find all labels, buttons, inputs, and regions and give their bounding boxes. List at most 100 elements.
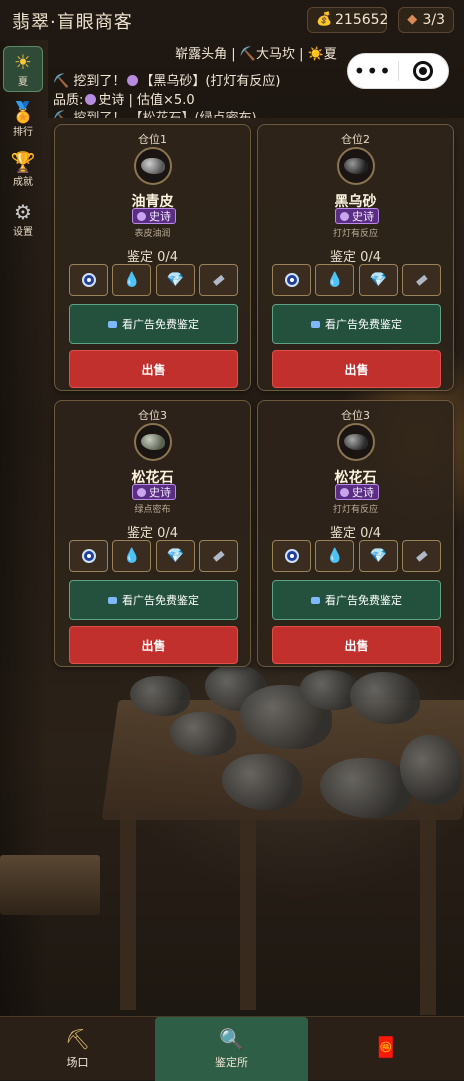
flashlight-icon: ▬ [411,269,432,291]
slot-label: 仓位2 [341,133,370,146]
diamond-icon: 💎 [166,272,184,288]
eye-icon [284,549,299,563]
sidebar-item-ranking[interactable]: 🏅 排行 [3,96,43,142]
diamond-icon: 💎 [369,272,387,288]
log-line-3: ⛏️ 挖到了！ 【松花石】(绿点密布) [53,107,257,118]
sidebar-item-achievements[interactable]: 🏆 成就 [3,146,43,192]
epic-dot-icon [127,75,139,86]
watch-ad-appraise-button[interactable]: 看广告免费鉴定 [69,580,238,620]
log-line-1: ⛏️ 挖到了！ 【黑乌砂】(打灯有反应) [53,74,281,89]
sidebar-item-label: 夏 [18,76,28,88]
rarity-badge: 史诗 [132,208,176,224]
tv-icon [108,596,117,604]
gem-tool-button[interactable]: 💎 [358,540,398,572]
sun-icon: ☀ [14,49,32,74]
rarity-badge: 史诗 [132,484,176,500]
sell-button[interactable]: 出售 [69,626,238,664]
sidebar-item-settings[interactable]: ⚙ 设置 [3,196,43,242]
medal-icon: 🏅 [10,99,36,124]
slot-label: 仓位3 [138,409,167,422]
appraisal-progress: 鉴定 0/4 [329,526,382,541]
storage-card: 仓位3 松花石 史诗 打灯有反应 鉴定 0/4 💧 💎 ▬ 看广告免费鉴定 出售 [257,400,454,667]
sell-button[interactable]: 出售 [272,350,441,388]
diamond-icon: 💎 [369,548,387,564]
close-miniprogram-button[interactable] [398,61,448,81]
light-tool-button[interactable]: ▬ [198,264,238,296]
diamond-icon: 💎 [166,548,184,564]
eye-tool-button[interactable] [272,264,311,296]
gem-tool-button[interactable]: 💎 [155,540,195,572]
sidebar: ☀ 夏 🏅 排行 🏆 成就 ⚙ 设置 [0,44,44,246]
tool-row: 💧 💎 ▬ [69,540,238,572]
stone-hint: 打灯有反应 [332,505,378,515]
storage-card: 仓位1 油青皮 史诗 表皮油润 鉴定 0/4 💧 💎 ▬ 看广告免费鉴定 出售 [54,124,251,391]
more-menu-button[interactable]: ••• [348,61,398,81]
stone-thumbnail [337,423,375,461]
wooden-stool [0,855,100,915]
eye-tool-button[interactable] [272,540,311,572]
tab-mine[interactable]: ⛏ 场口 [0,1017,155,1081]
flashlight-icon: ▬ [208,269,229,291]
tab-label: 鉴定所 [215,1056,248,1069]
coin-amount: 215652 [335,12,389,28]
tab-red-envelope[interactable]: 🧧 [308,1017,464,1081]
appraisal-progress: 鉴定 0/4 [126,526,179,541]
light-tool-button[interactable]: ▬ [401,540,441,572]
stone-hint: 表皮油润 [134,229,171,239]
red-envelope-icon: 🧧 [373,1035,399,1059]
eye-icon [81,549,96,563]
sell-button[interactable]: 出售 [69,350,238,388]
flashlight-icon: ▬ [411,545,432,567]
water-tool-button[interactable]: 💧 [315,264,355,296]
stone-icon: ◆ [407,12,418,27]
light-tool-button[interactable]: ▬ [198,540,238,572]
log-line-2: 品质: 史诗 | 估值×5.0 [53,93,195,108]
rarity-badge: 史诗 [335,484,379,500]
flashlight-icon: ▬ [208,545,229,567]
target-icon [413,61,434,81]
water-drop-icon: 💧 [326,548,344,564]
trophy-icon: 🏆 [10,149,36,174]
gear-icon: ⚙ [14,199,32,224]
pickaxe-icon: ⛏ [64,1027,91,1051]
light-tool-button[interactable]: ▬ [401,264,441,296]
eye-tool-button[interactable] [69,540,108,572]
watch-ad-appraise-button[interactable]: 看广告免费鉴定 [272,580,441,620]
tv-icon [311,596,320,604]
rarity-badge: 史诗 [335,208,379,224]
tv-icon [311,320,320,328]
sell-button[interactable]: 出售 [272,626,441,664]
water-tool-button[interactable]: 💧 [112,540,152,572]
coin-counter: 💰 215652 [307,7,389,33]
gem-tool-button[interactable]: 💎 [155,264,195,296]
table-leg [120,810,136,1010]
stone-hint: 打灯有反应 [332,229,378,239]
sidebar-item-label: 设置 [13,226,33,238]
sidebar-item-season[interactable]: ☀ 夏 [3,46,43,92]
water-drop-icon: 💧 [326,272,344,288]
watch-ad-appraise-button[interactable]: 看广告免费鉴定 [69,304,238,344]
storage-card: 仓位3 松花石 史诗 绿点密布 鉴定 0/4 💧 💎 ▬ 看广告免费鉴定 出售 [54,400,251,667]
gem-tool-button[interactable]: 💎 [358,264,398,296]
tool-row: 💧 💎 ▬ [69,264,238,296]
table-leg [420,805,436,1015]
tv-icon [108,320,117,328]
table-leg [240,815,256,1010]
stone-hint: 绿点密布 [134,505,171,515]
water-tool-button[interactable]: 💧 [315,540,355,572]
water-tool-button[interactable]: 💧 [112,264,152,296]
money-bag-icon: 💰 [316,12,333,27]
tab-appraisal[interactable]: 🔍 鉴定所 [155,1017,308,1081]
tool-row: 💧 💎 ▬ [272,264,441,296]
sidebar-item-label: 成就 [13,176,33,188]
eye-tool-button[interactable] [69,264,108,296]
top-bar: 翡翠·盲眼商客 💰 215652 ◆ 3/3 [0,0,464,40]
magnifier-icon: 🔍 [219,1027,244,1051]
stone-counter: ◆ 3/3 [398,7,454,33]
eye-icon [284,273,299,287]
appraisal-progress: 鉴定 0/4 [126,250,179,265]
storage-card: 仓位2 黑乌砂 史诗 打灯有反应 鉴定 0/4 💧 💎 ▬ 看广告免费鉴定 出售 [257,124,454,391]
sidebar-item-label: 排行 [13,126,33,138]
slot-label: 仓位1 [138,133,167,146]
watch-ad-appraise-button[interactable]: 看广告免费鉴定 [272,304,441,344]
